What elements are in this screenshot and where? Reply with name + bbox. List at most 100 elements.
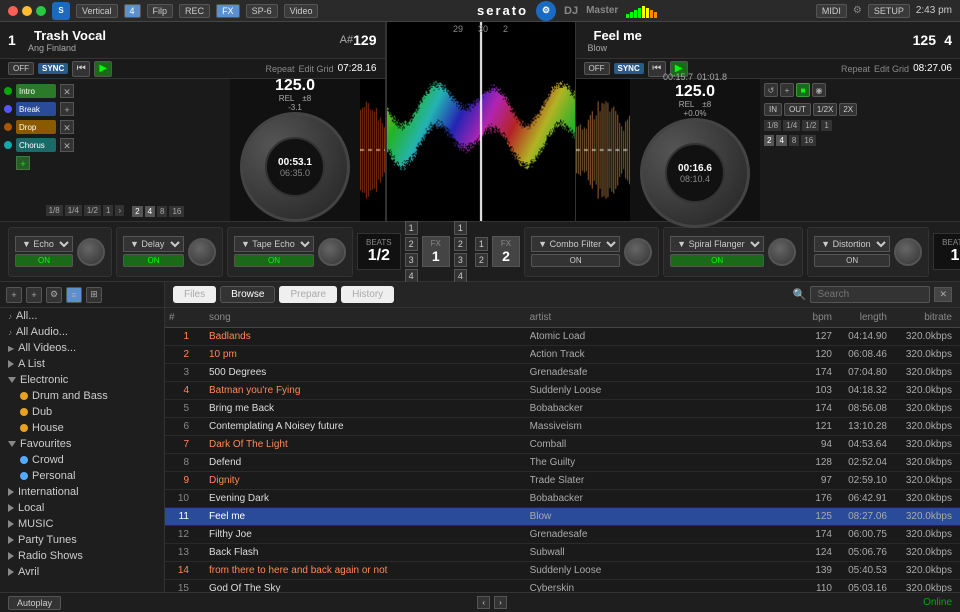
col-header-bpm[interactable]: bpm bbox=[786, 312, 836, 323]
track-row[interactable]: 2 10 pm Action Track 120 06:08.46 320.0k… bbox=[165, 346, 960, 364]
deck1-sync-btn[interactable]: SYNC bbox=[38, 63, 68, 74]
tab-files[interactable]: Files bbox=[173, 286, 216, 303]
cue-plus-chorus[interactable]: ✕ bbox=[60, 138, 74, 152]
deck2-1x2-btn[interactable]: 1/2X bbox=[813, 103, 837, 116]
track-row[interactable]: 8 Defend The Guilty 128 02:52.04 320.0kb… bbox=[165, 454, 960, 472]
add2-btn[interactable]: + bbox=[26, 287, 42, 303]
col-header-bitrate[interactable]: bitrate bbox=[891, 312, 956, 323]
search-input[interactable] bbox=[810, 286, 930, 303]
search-clear-btn[interactable]: ✕ bbox=[934, 287, 952, 302]
maximize-btn[interactable] bbox=[36, 6, 46, 16]
midi-btn[interactable]: MIDI bbox=[816, 4, 847, 18]
col-header-song[interactable]: song bbox=[209, 312, 530, 323]
deck2-frac-8[interactable]: 8 bbox=[789, 135, 799, 146]
track-row[interactable]: 5 Bring me Back Bobabacker 174 08:56.08 … bbox=[165, 400, 960, 418]
fx-r-nav-4[interactable]: 4 bbox=[454, 269, 467, 283]
fx-r-nav-1[interactable]: 1 bbox=[454, 221, 467, 235]
sidebar-item-international[interactable]: International bbox=[0, 484, 164, 500]
btn-fx[interactable]: FX bbox=[216, 4, 240, 18]
deck2-2x-btn[interactable]: 2X bbox=[839, 103, 857, 116]
effect-echo-select[interactable]: ▼ Echo bbox=[15, 236, 73, 252]
cue-plus-drop[interactable]: ✕ bbox=[60, 120, 74, 134]
deck1-play-btn[interactable]: ▶ bbox=[94, 61, 112, 77]
track-row[interactable]: 12 Filthy Joe Grenadesafe 174 06:00.75 3… bbox=[165, 526, 960, 544]
effect-spiral-knob[interactable] bbox=[768, 238, 796, 266]
frac-nav-right[interactable]: › bbox=[115, 205, 124, 216]
sidebar-item-all[interactable]: ♪ All... bbox=[0, 308, 164, 324]
track-row[interactable]: 7 Dark Of The Light Comball 94 04:53.64 … bbox=[165, 436, 960, 454]
cue-plus-intro[interactable]: ✕ bbox=[60, 84, 74, 98]
effect-distortion-knob[interactable] bbox=[894, 238, 922, 266]
sidebar-item-favourites[interactable]: Favourites bbox=[0, 436, 164, 452]
track-row[interactable]: 3 500 Degrees Grenadesafe 174 07:04.80 3… bbox=[165, 364, 960, 382]
sidebar-item-electronic[interactable]: Electronic bbox=[0, 372, 164, 388]
fx-nav-2[interactable]: 2 bbox=[405, 237, 418, 251]
frac-1-4[interactable]: 1/4 bbox=[65, 205, 82, 216]
settings-icon[interactable]: ⚙ bbox=[853, 5, 862, 16]
effect-spiral-on[interactable]: ON bbox=[670, 254, 764, 267]
setup-btn[interactable]: SETUP bbox=[868, 4, 910, 18]
sidebar-item-a-list[interactable]: A List bbox=[0, 356, 164, 372]
fx-r-nav-3[interactable]: 3 bbox=[454, 253, 467, 267]
fx2-l-nav-2[interactable]: 2 bbox=[475, 253, 488, 267]
effect-echo-on[interactable]: ON bbox=[15, 254, 73, 267]
cue-btn-intro[interactable]: Intro bbox=[16, 84, 56, 98]
sidebar-item-all-audio[interactable]: ♪ All Audio... bbox=[0, 324, 164, 340]
deck2-frac-1-8[interactable]: 1/8 bbox=[764, 120, 781, 131]
deck2-platter-disc[interactable]: 00:16.6 08:10.4 bbox=[640, 118, 750, 228]
sidebar-item-drum-bass[interactable]: Drum and Bass bbox=[0, 388, 164, 404]
btn-rec[interactable]: REC bbox=[179, 4, 210, 18]
cue-btn-drop[interactable]: Drop bbox=[16, 120, 56, 134]
effect-tape-echo-on[interactable]: ON bbox=[234, 254, 314, 267]
deck2-frac-2[interactable]: 2 bbox=[764, 135, 774, 146]
btn-sp6[interactable]: SP-6 bbox=[246, 4, 278, 18]
col-header-length[interactable]: length bbox=[836, 312, 891, 323]
effect-tape-echo-select[interactable]: ▼ Tape Echo bbox=[234, 236, 314, 252]
list-view-btn[interactable]: ≡ bbox=[66, 287, 82, 303]
deck2-platter[interactable]: 00:15.7 01:01.8 125.0 REL ±8 +0.0% 00:16… bbox=[630, 79, 760, 221]
grid-view-btn[interactable]: ⊞ bbox=[86, 287, 102, 303]
effect-echo-knob[interactable] bbox=[77, 238, 105, 266]
deck1-platter-disc[interactable]: 00:53.1 06:35.0 bbox=[240, 112, 350, 222]
btn-video[interactable]: Video bbox=[284, 4, 319, 18]
track-row[interactable]: 4 Batman you're Fying Suddenly Loose 103… bbox=[165, 382, 960, 400]
deck2-ctrl-3[interactable]: ■ bbox=[796, 83, 810, 97]
deck2-frac-1-4[interactable]: 1/4 bbox=[783, 120, 800, 131]
effect-combo-select[interactable]: ▼ Combo Filter bbox=[531, 236, 620, 252]
sidebar-item-all-videos[interactable]: ▶ All Videos... bbox=[0, 340, 164, 356]
sidebar-item-music[interactable]: MUSIC bbox=[0, 516, 164, 532]
cue-plus-break[interactable]: + bbox=[60, 102, 74, 116]
fx-nav-4[interactable]: 4 bbox=[405, 269, 418, 283]
effect-combo-on[interactable]: ON bbox=[531, 254, 620, 267]
tab-prepare[interactable]: Prepare bbox=[279, 286, 337, 303]
track-row[interactable]: 14 from there to here and back again or … bbox=[165, 562, 960, 580]
cue-add-btn[interactable]: + bbox=[16, 156, 30, 170]
deck2-in-btn[interactable]: IN bbox=[764, 103, 782, 116]
fx-r-nav-2[interactable]: 2 bbox=[454, 237, 467, 251]
frac-2[interactable]: 2 bbox=[132, 206, 142, 217]
deck2-frac-16[interactable]: 16 bbox=[801, 135, 816, 146]
track-row[interactable]: 6 Contemplating A Noisey future Massivei… bbox=[165, 418, 960, 436]
sidebar-item-personal[interactable]: Personal bbox=[0, 468, 164, 484]
track-row[interactable]: 13 Back Flash Subwall 124 05:06.76 320.0… bbox=[165, 544, 960, 562]
deck2-off-btn[interactable]: OFF bbox=[584, 62, 610, 75]
sidebar-item-local[interactable]: Local bbox=[0, 500, 164, 516]
bottom-right-btn[interactable]: › bbox=[494, 596, 507, 609]
sidebar-item-radio-shows[interactable]: Radio Shows bbox=[0, 548, 164, 564]
sidebar-item-avril[interactable]: Avril bbox=[0, 564, 164, 580]
sidebar-item-party-tunes[interactable]: Party Tunes bbox=[0, 532, 164, 548]
settings-icon[interactable]: ⚙ bbox=[46, 287, 62, 303]
col-header-artist[interactable]: artist bbox=[530, 312, 786, 323]
bottom-left-btn[interactable]: ‹ bbox=[477, 596, 490, 609]
cue-btn-chorus[interactable]: Chorus bbox=[16, 138, 56, 152]
track-row[interactable]: 1 Badlands Atomic Load 127 04:14.90 320.… bbox=[165, 328, 960, 346]
sidebar-item-dub[interactable]: Dub bbox=[0, 404, 164, 420]
effect-tape-echo-knob[interactable] bbox=[318, 238, 346, 266]
tab-history[interactable]: History bbox=[341, 286, 394, 303]
cue-btn-break[interactable]: Break bbox=[16, 102, 56, 116]
effect-delay-on[interactable]: ON bbox=[123, 254, 184, 267]
deck2-out-btn[interactable]: OUT bbox=[784, 103, 811, 116]
effect-distortion-select[interactable]: ▼ Distortion bbox=[814, 236, 890, 252]
tab-browse[interactable]: Browse bbox=[220, 286, 275, 303]
autoplay-btn[interactable]: Autoplay bbox=[8, 596, 61, 610]
